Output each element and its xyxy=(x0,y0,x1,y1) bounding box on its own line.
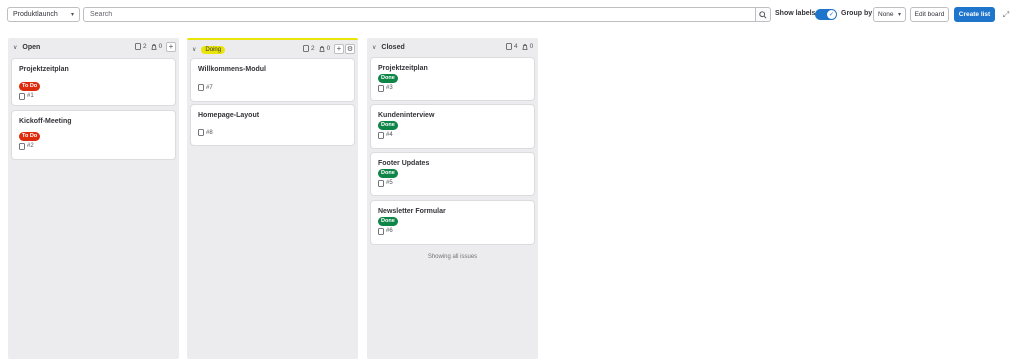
weight-count: 0 xyxy=(326,45,331,52)
list-open: ∨ Open 2 0 + Projektzeitplan To Do #1 Ki… xyxy=(8,38,179,359)
list-closed: ∨ Closed 4 0 Projektzeitplan Done #3 Kun… xyxy=(367,38,538,359)
group-by-value: None xyxy=(878,11,894,18)
fullscreen-icon[interactable]: ⤢ xyxy=(1000,9,1012,21)
search-button[interactable] xyxy=(755,7,771,22)
issue-card[interactable]: Homepage-Layout #8 xyxy=(191,105,354,145)
edit-board-button[interactable]: Edit board xyxy=(910,7,949,22)
issue-ref: #7 xyxy=(206,84,213,91)
board-toolbar: Produktlaunch ▾ Show labels ✓ Group by N… xyxy=(0,0,1024,30)
list-stats: 4 0 xyxy=(506,43,533,50)
card-meta: #1 xyxy=(19,92,168,100)
card-title[interactable]: Kundeninterview xyxy=(378,112,527,119)
chevron-down-icon[interactable]: ∨ xyxy=(192,46,196,53)
add-issue-button[interactable]: + xyxy=(334,44,344,54)
issue-ref: #4 xyxy=(386,132,393,139)
card-meta: #2 xyxy=(19,142,168,150)
issue-icon xyxy=(378,179,384,187)
issue-icon xyxy=(378,227,384,235)
create-list-button[interactable]: Create list xyxy=(954,7,995,22)
issue-ref: #5 xyxy=(386,180,393,187)
issue-ref: #6 xyxy=(386,228,393,235)
issue-ref: #3 xyxy=(386,85,393,92)
status-label[interactable]: Done xyxy=(378,217,398,226)
board-switcher[interactable]: Produktlaunch ▾ xyxy=(7,7,80,22)
weight-icon xyxy=(522,44,528,50)
list-settings-button[interactable]: ⚙ xyxy=(345,44,355,54)
card-title[interactable]: Homepage-Layout xyxy=(198,112,347,119)
chevron-down-icon[interactable]: ∨ xyxy=(372,44,376,51)
issues-icon xyxy=(506,43,512,50)
status-label[interactable]: To Do xyxy=(19,82,41,91)
board: ∨ Open 2 0 + Projektzeitplan To Do #1 Ki… xyxy=(0,30,1024,359)
issues-icon xyxy=(135,43,141,50)
card-meta: #4 xyxy=(378,131,527,139)
group-by-label: Group by xyxy=(841,10,873,17)
card-meta: #7 xyxy=(198,84,347,91)
search-input[interactable] xyxy=(90,11,749,18)
checkmark-icon: ✓ xyxy=(827,10,836,19)
issue-card[interactable]: Willkommens-Modul #7 xyxy=(191,59,354,101)
board-name: Produktlaunch xyxy=(13,11,58,18)
issue-icon xyxy=(19,142,25,150)
chevron-down-icon: ▾ xyxy=(897,12,901,18)
card-title[interactable]: Kickoff-Meeting xyxy=(19,118,168,125)
card-meta: #8 xyxy=(198,129,347,136)
status-label[interactable]: To Do xyxy=(19,132,41,141)
create-list-label: Create list xyxy=(958,11,991,18)
card-title[interactable]: Projektzeitplan xyxy=(378,65,527,72)
show-labels-toggle[interactable]: ✓ xyxy=(815,9,837,20)
issue-ref: #2 xyxy=(27,143,34,150)
weight-icon xyxy=(151,44,157,50)
search-field[interactable] xyxy=(83,7,756,22)
issue-ref: #8 xyxy=(206,129,213,136)
plus-icon: + xyxy=(168,42,174,51)
group-by-dropdown[interactable]: None ▾ xyxy=(873,7,906,22)
issue-icon xyxy=(198,129,204,136)
list-footer-text: Showing all issues xyxy=(427,254,478,260)
list-stats: 2 0 xyxy=(303,45,330,52)
list-label-doing: Doing xyxy=(201,45,226,54)
issue-card[interactable]: Projektzeitplan To Do #1 xyxy=(12,59,175,105)
weight-icon xyxy=(319,46,325,52)
issue-card[interactable]: Newsletter Formular Done #6 xyxy=(371,201,534,244)
plus-icon: + xyxy=(336,44,342,53)
issue-ref: #1 xyxy=(27,93,34,100)
list-title: Closed xyxy=(381,44,405,51)
chevron-down-icon: ▾ xyxy=(70,12,74,18)
search-icon xyxy=(759,10,767,19)
list-stats: 2 0 xyxy=(135,43,162,50)
weight-count: 0 xyxy=(529,43,534,50)
issue-card[interactable]: Kickoff-Meeting To Do #2 xyxy=(12,111,175,159)
status-label[interactable]: Done xyxy=(378,121,398,130)
card-title[interactable]: Projektzeitplan xyxy=(19,66,168,73)
issue-icon xyxy=(378,84,384,92)
list-header: ∨ Doing xyxy=(187,40,358,59)
edit-board-label: Edit board xyxy=(914,11,945,18)
list-doing: ∨ Doing 2 0 + ⚙ Willkommens-Modul #7 Hom… xyxy=(187,38,358,359)
issue-count: 4 xyxy=(514,43,518,50)
issues-icon xyxy=(303,45,309,52)
weight-count: 0 xyxy=(158,43,163,50)
issue-card[interactable]: Kundeninterview Done #4 xyxy=(371,105,534,148)
chevron-down-icon[interactable]: ∨ xyxy=(13,44,17,51)
show-labels-label: Show labels xyxy=(775,10,816,17)
card-title[interactable]: Willkommens-Modul xyxy=(198,66,347,73)
issue-count: 2 xyxy=(143,43,147,50)
list-title: Open xyxy=(22,44,41,51)
issue-card[interactable]: Projektzeitplan Done #3 xyxy=(371,58,534,100)
gear-icon: ⚙ xyxy=(346,45,354,53)
card-meta: #6 xyxy=(378,227,527,235)
issue-icon xyxy=(378,131,384,139)
card-meta: #3 xyxy=(378,84,527,92)
card-meta: #5 xyxy=(378,179,527,187)
add-issue-button[interactable]: + xyxy=(166,42,176,52)
card-title[interactable]: Newsletter Formular xyxy=(378,208,527,215)
issue-icon xyxy=(198,84,204,91)
status-label[interactable]: Done xyxy=(378,169,398,178)
issue-icon xyxy=(19,92,25,100)
issue-card[interactable]: Footer Updates Done #5 xyxy=(371,153,534,195)
issue-count: 2 xyxy=(311,45,315,52)
status-label[interactable]: Done xyxy=(378,74,398,83)
card-title[interactable]: Footer Updates xyxy=(378,160,527,167)
